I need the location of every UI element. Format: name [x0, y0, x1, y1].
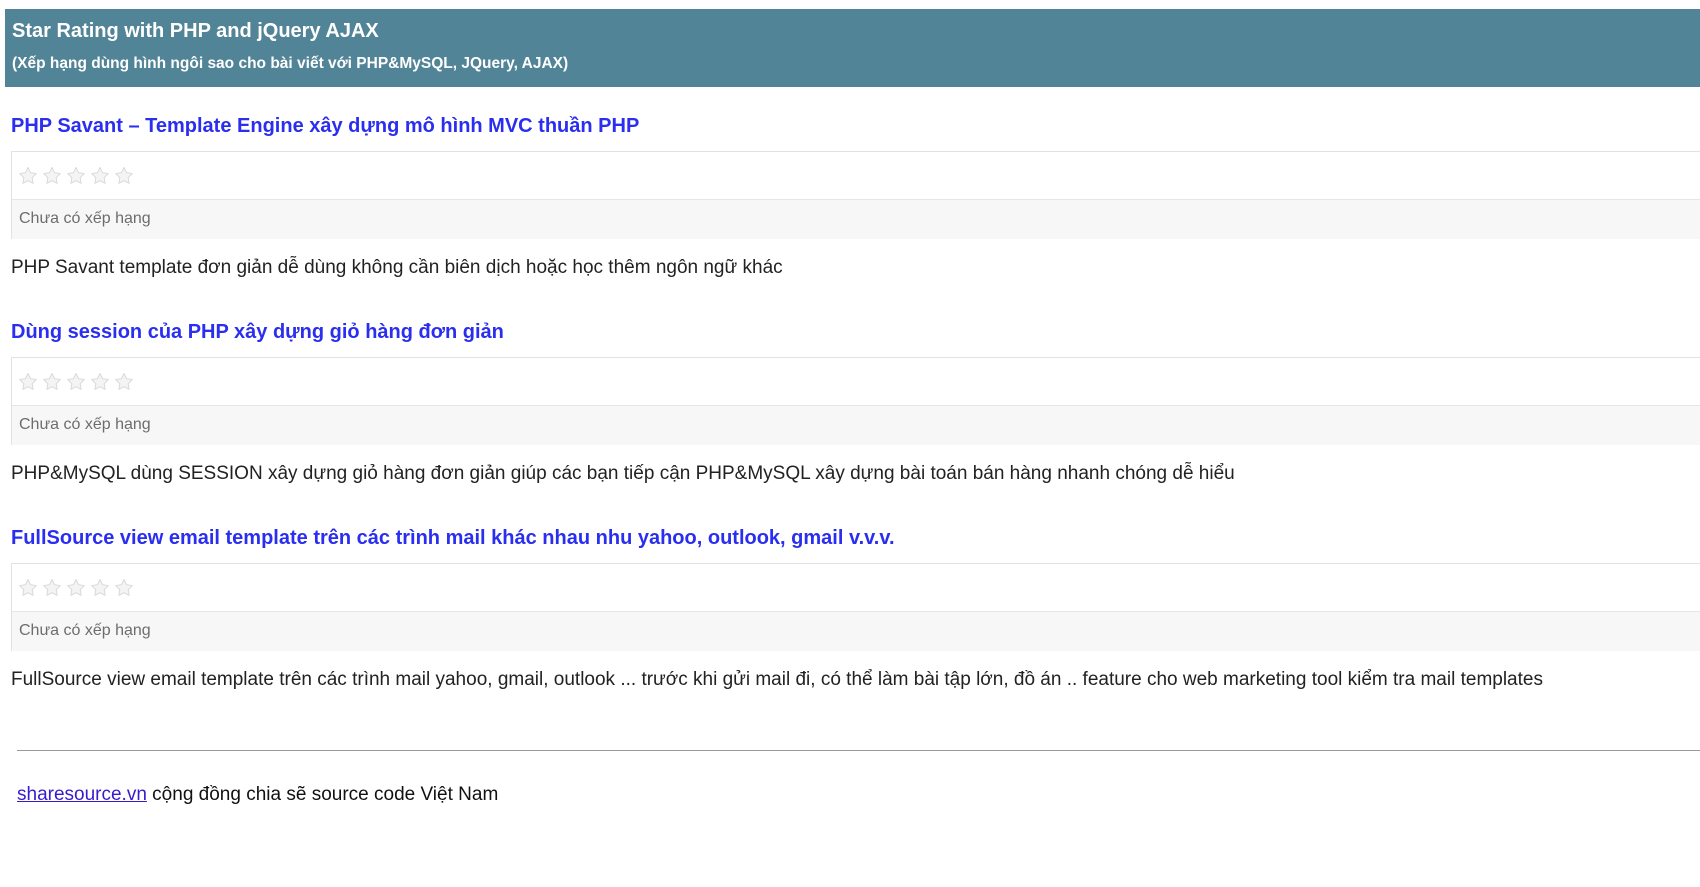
- article-title-link[interactable]: Dùng session của PHP xây dựng giỏ hàng đ…: [11, 321, 504, 344]
- star-icon[interactable]: [42, 574, 62, 602]
- star-icon[interactable]: [66, 162, 86, 190]
- star-icon[interactable]: [114, 368, 134, 396]
- star-icon[interactable]: [114, 574, 134, 602]
- page-subtitle: (Xếp hạng dùng hình ngôi sao cho bài viế…: [12, 55, 569, 72]
- star-icon[interactable]: [66, 574, 86, 602]
- footer-site-link[interactable]: sharesource.vn: [17, 784, 147, 805]
- star-rating-stars: [18, 162, 134, 190]
- star-icon[interactable]: [18, 162, 38, 190]
- footer-divider: [17, 750, 1700, 751]
- rating-status-text: Chưa có xếp hạng: [19, 210, 151, 227]
- page-title: Star Rating with PHP and jQuery AJAX: [12, 20, 379, 42]
- star-icon[interactable]: [18, 368, 38, 396]
- star-icon[interactable]: [66, 368, 86, 396]
- article-title-link[interactable]: PHP Savant – Template Engine xây dựng mô…: [11, 115, 639, 138]
- star-rating-stars: [18, 368, 134, 396]
- article-description: PHP&MySQL dùng SESSION xây dựng giỏ hàng…: [11, 463, 1235, 484]
- star-rating-stars: [18, 574, 134, 602]
- star-rating-widget: Chưa có xếp hạng: [11, 563, 1700, 651]
- star-icon[interactable]: [42, 368, 62, 396]
- article-title-link[interactable]: FullSource view email template trên các …: [11, 527, 895, 550]
- star-icon[interactable]: [90, 574, 110, 602]
- rating-status-text: Chưa có xếp hạng: [19, 622, 151, 639]
- article-description: FullSource view email template trên các …: [11, 669, 1543, 690]
- article-description: PHP Savant template đơn giản dễ dùng khô…: [11, 257, 783, 278]
- star-icon[interactable]: [90, 368, 110, 396]
- page: Star Rating with PHP and jQuery AJAX (Xế…: [0, 0, 1700, 887]
- rating-status-bar: Chưa có xếp hạng: [12, 611, 1700, 651]
- star-icon[interactable]: [18, 574, 38, 602]
- rating-status-bar: Chưa có xếp hạng: [12, 405, 1700, 445]
- star-rating-widget: Chưa có xếp hạng: [11, 357, 1700, 445]
- page-footer: sharesource.vn cộng đồng chia sẽ source …: [17, 784, 498, 806]
- rating-status-bar: Chưa có xếp hạng: [12, 199, 1700, 239]
- page-header: Star Rating with PHP and jQuery AJAX (Xế…: [5, 9, 1700, 87]
- star-icon[interactable]: [90, 162, 110, 190]
- star-rating-widget: Chưa có xếp hạng: [11, 151, 1700, 239]
- star-icon[interactable]: [42, 162, 62, 190]
- footer-text: cộng đồng chia sẽ source code Việt Nam: [146, 784, 499, 805]
- star-icon[interactable]: [114, 162, 134, 190]
- rating-status-text: Chưa có xếp hạng: [19, 416, 151, 433]
